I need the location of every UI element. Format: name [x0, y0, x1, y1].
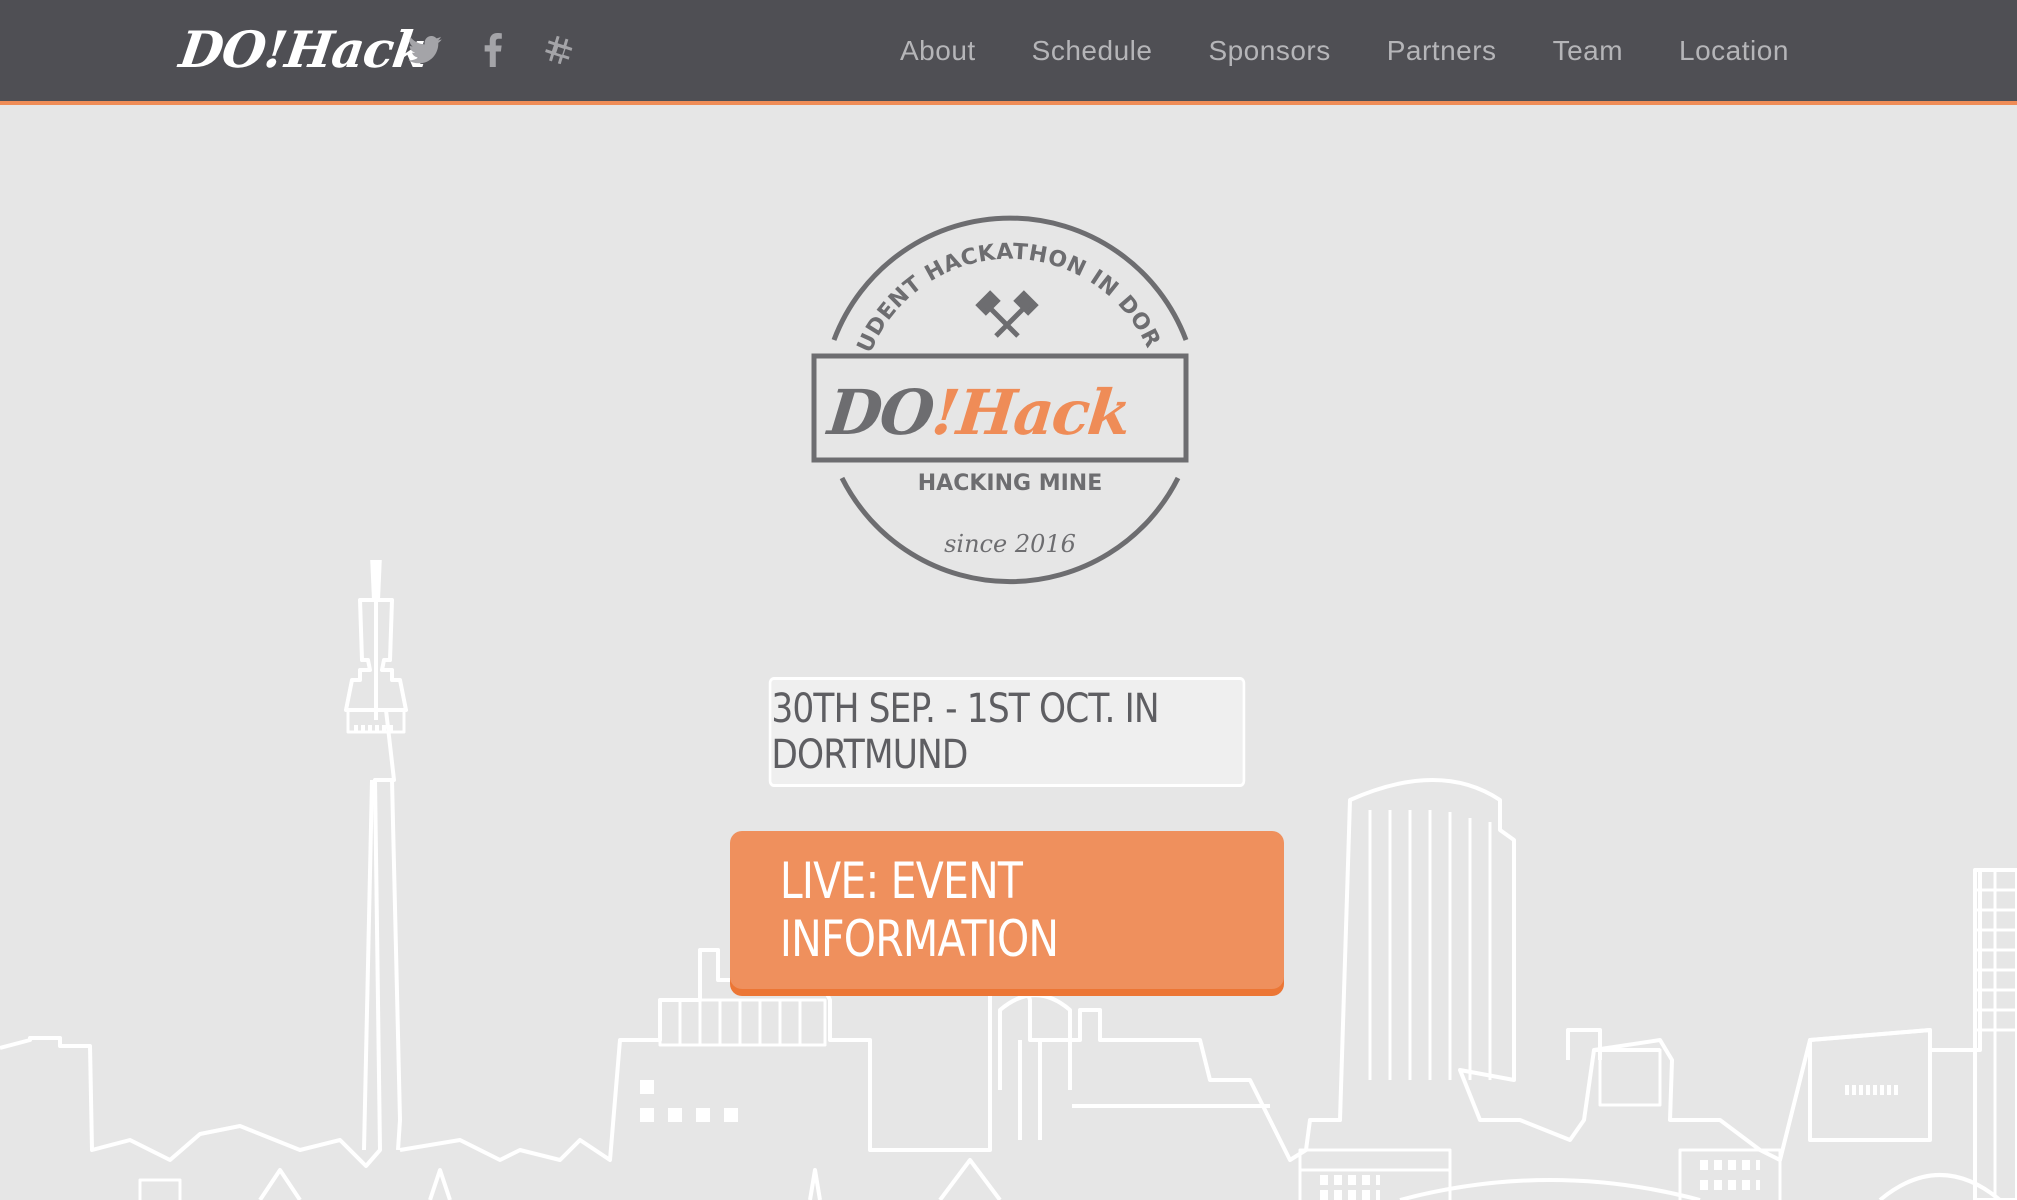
- badge-tagline: HACKING MINE: [918, 471, 1102, 496]
- nav-location[interactable]: Location: [1679, 35, 1789, 67]
- badge-logo-accent: !Hack: [928, 376, 1132, 449]
- top-navbar: DO!Hack About Schedule Sponsors Partners…: [0, 0, 2017, 105]
- nav-schedule[interactable]: Schedule: [1032, 35, 1153, 67]
- badge-arc-text: 1ST STUDENT HACKATHON IN DORTMUND: [810, 210, 1164, 357]
- dohack-badge-logo: 1ST STUDENT HACKATHON IN DORTMUND DO!Hac…: [810, 210, 1189, 585]
- live-event-info-button[interactable]: LIVE: EVENT INFORMATION: [730, 831, 1284, 989]
- main-nav: About Schedule Sponsors Partners Team Lo…: [900, 0, 1845, 101]
- event-date-text: 30TH SEP. - 1ST OCT. IN DORTMUND: [771, 686, 1159, 778]
- svg-text:DO!Hack: DO!Hack: [823, 376, 1133, 449]
- svg-text:1ST STUDENT HACKATHON IN DORTM: 1ST STUDENT HACKATHON IN DORTMUND: [810, 210, 1165, 357]
- brand-logo[interactable]: DO!Hack: [176, 20, 431, 80]
- badge-since: since 2016: [944, 530, 1076, 558]
- nav-sponsors[interactable]: Sponsors: [1208, 35, 1330, 67]
- nav-partners[interactable]: Partners: [1387, 35, 1497, 67]
- facebook-icon[interactable]: [473, 30, 513, 70]
- twitter-icon[interactable]: [405, 30, 445, 70]
- nav-about[interactable]: About: [900, 35, 976, 67]
- crossed-hammers-icon: [975, 290, 1039, 338]
- nav-team[interactable]: Team: [1553, 35, 1623, 67]
- event-date-box: 30TH SEP. - 1ST OCT. IN DORTMUND: [768, 677, 1246, 787]
- slack-icon[interactable]: [541, 30, 581, 70]
- badge-logo-prefix: DO: [823, 376, 938, 449]
- live-event-info-label: LIVE: EVENT INFORMATION: [779, 852, 1059, 968]
